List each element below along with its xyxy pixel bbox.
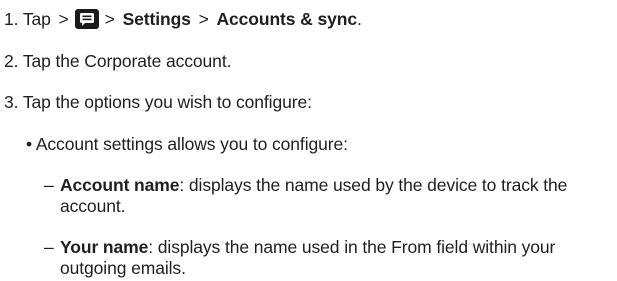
- accounts-sync-label: Accounts & sync: [216, 9, 357, 29]
- step-2: 2. Tap the Corporate account.: [4, 51, 232, 71]
- step-1-period: .: [356, 9, 362, 29]
- menu-icon: [74, 9, 99, 29]
- dash-mark: –: [44, 175, 54, 195]
- settings-label: Settings: [122, 9, 191, 29]
- step-1-separator: >: [198, 9, 209, 29]
- step-1-number: 1.: [4, 9, 19, 29]
- step-1-separator: >: [104, 9, 115, 29]
- bullet-item: • Account settings allows you to configu…: [26, 133, 348, 155]
- dash-mark: –: [44, 237, 54, 257]
- step-1-tap: Tap: [22, 9, 51, 29]
- subitem-account-name: – Account name: displays the name used by…: [44, 174, 567, 196]
- bullet-mark: •: [26, 134, 33, 154]
- account-name-term: Account name: [60, 175, 180, 195]
- step-1: 1. Tap > > Settings > Accounts & sync.: [4, 8, 362, 30]
- your-name-term: Your name: [60, 237, 149, 257]
- subitem-your-name-cont: outgoing emails.: [60, 258, 186, 278]
- step-3: 3. Tap the options you wish to configure…: [4, 92, 312, 112]
- your-name-desc: : displays the name used in the From fie…: [148, 237, 556, 257]
- account-name-desc: : displays the name used by the device t…: [179, 175, 568, 195]
- step-1-separator: >: [58, 9, 69, 29]
- subitem-account-name-cont: account.: [60, 196, 126, 216]
- bullet-text: Account settings allows you to configure…: [35, 134, 348, 154]
- subitem-your-name: – Your name: displays the name used in th…: [44, 236, 555, 258]
